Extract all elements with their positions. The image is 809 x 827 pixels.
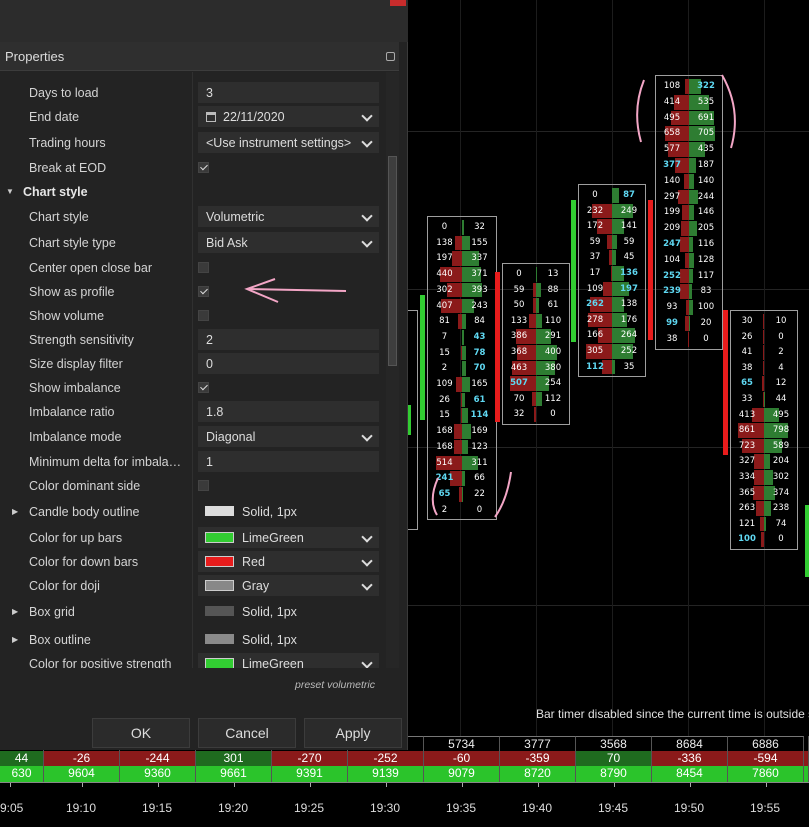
annotation-bracket-right (494, 471, 512, 518)
annotation-bracket-top-right (721, 74, 736, 149)
annotation-bracket-left (431, 477, 439, 516)
annotation-arrow-head (244, 278, 279, 303)
screen: 0 32 138 155 197 337 440 371 302 393 407 243 81 84 7 43… (0, 0, 809, 827)
annotation-layer (244, 74, 736, 518)
annotation-arrow-shaft (249, 288, 347, 292)
annotation-bracket-top-left (636, 79, 645, 143)
